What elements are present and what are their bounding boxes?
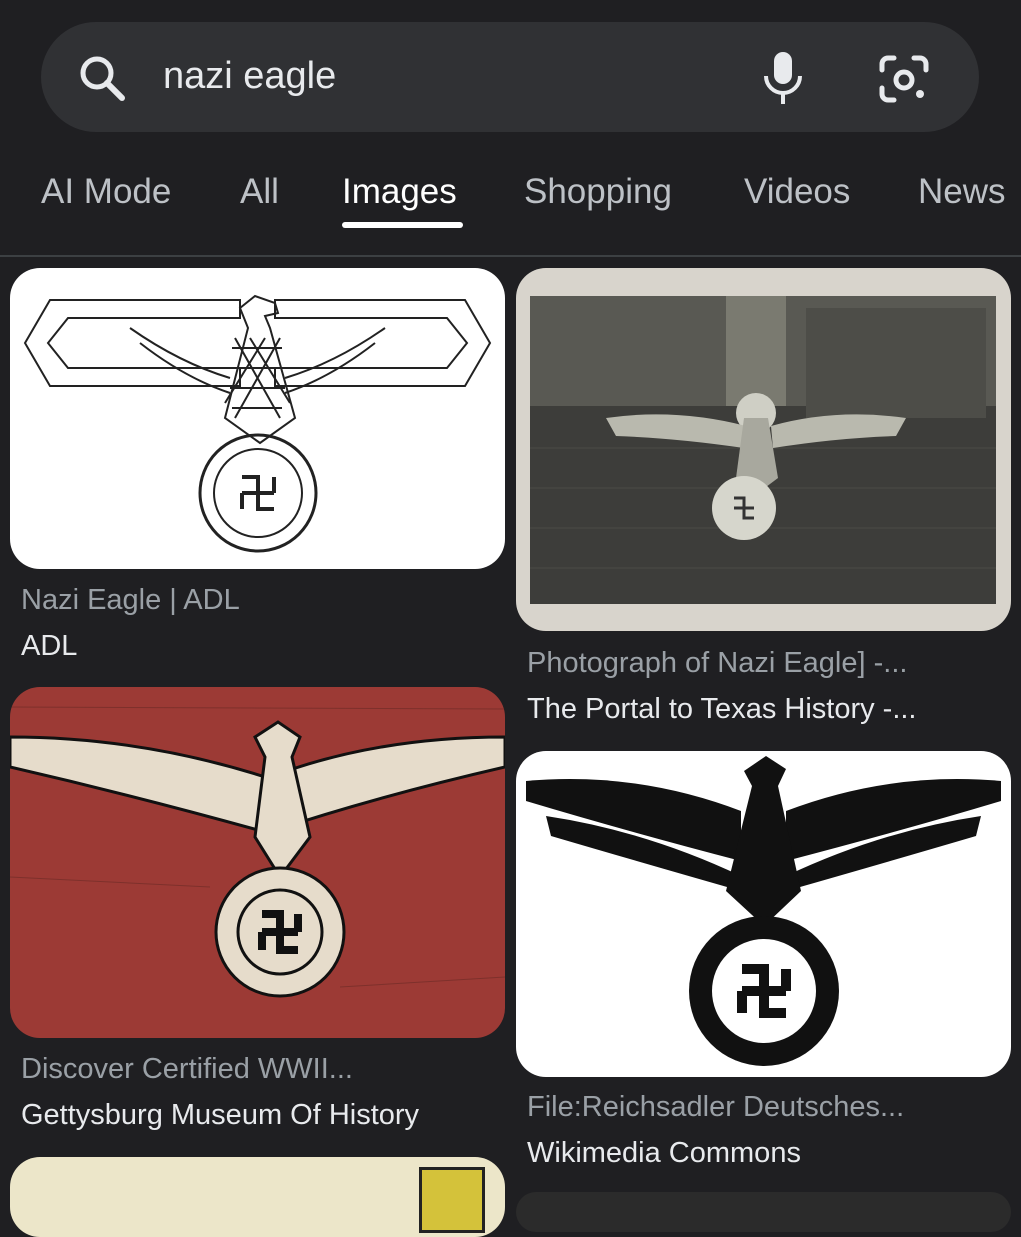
tab-videos[interactable]: Videos: [744, 168, 850, 216]
tab-news[interactable]: News: [918, 168, 1006, 216]
tab-images[interactable]: Images: [342, 168, 457, 216]
microphone-icon[interactable]: [760, 50, 806, 106]
tab-all[interactable]: All: [240, 168, 279, 216]
result-image[interactable]: [10, 687, 505, 1038]
active-tab-indicator: [342, 222, 463, 228]
result-title[interactable]: Discover Certified WWII...: [21, 1049, 353, 1089]
vintage-photo-eagle-image: [530, 296, 996, 604]
result-image[interactable]: [10, 1157, 505, 1237]
divider: [0, 255, 1021, 257]
result-title[interactable]: File:Reichsadler Deutsches...: [527, 1087, 904, 1127]
result-source[interactable]: The Portal to Texas History -...: [527, 689, 917, 729]
result-title[interactable]: Photograph of Nazi Eagle] -...: [527, 643, 907, 683]
search-input[interactable]: nazi eagle: [163, 50, 336, 102]
red-flag-eagle-image: [10, 706, 505, 998]
result-source[interactable]: Wikimedia Commons: [527, 1133, 801, 1173]
google-lens-icon[interactable]: [878, 54, 930, 104]
black-eagle-emblem-image: [526, 756, 1001, 1066]
result-image[interactable]: [10, 268, 505, 569]
result-image[interactable]: [516, 1192, 1011, 1232]
partial-thumbnail-detail: [419, 1167, 485, 1233]
result-title[interactable]: Nazi Eagle | ADL: [21, 580, 240, 620]
line-drawing-eagle-image: [23, 294, 492, 553]
result-image[interactable]: [516, 751, 1011, 1077]
tab-ai-mode[interactable]: AI Mode: [41, 168, 171, 216]
result-source[interactable]: ADL: [21, 626, 77, 666]
result-image[interactable]: [516, 268, 1011, 631]
result-source[interactable]: Gettysburg Museum Of History: [21, 1095, 419, 1135]
tab-shopping[interactable]: Shopping: [524, 168, 672, 216]
search-tabs: AI Mode All Images Shopping Videos News: [0, 168, 1021, 228]
search-icon: [80, 56, 125, 101]
